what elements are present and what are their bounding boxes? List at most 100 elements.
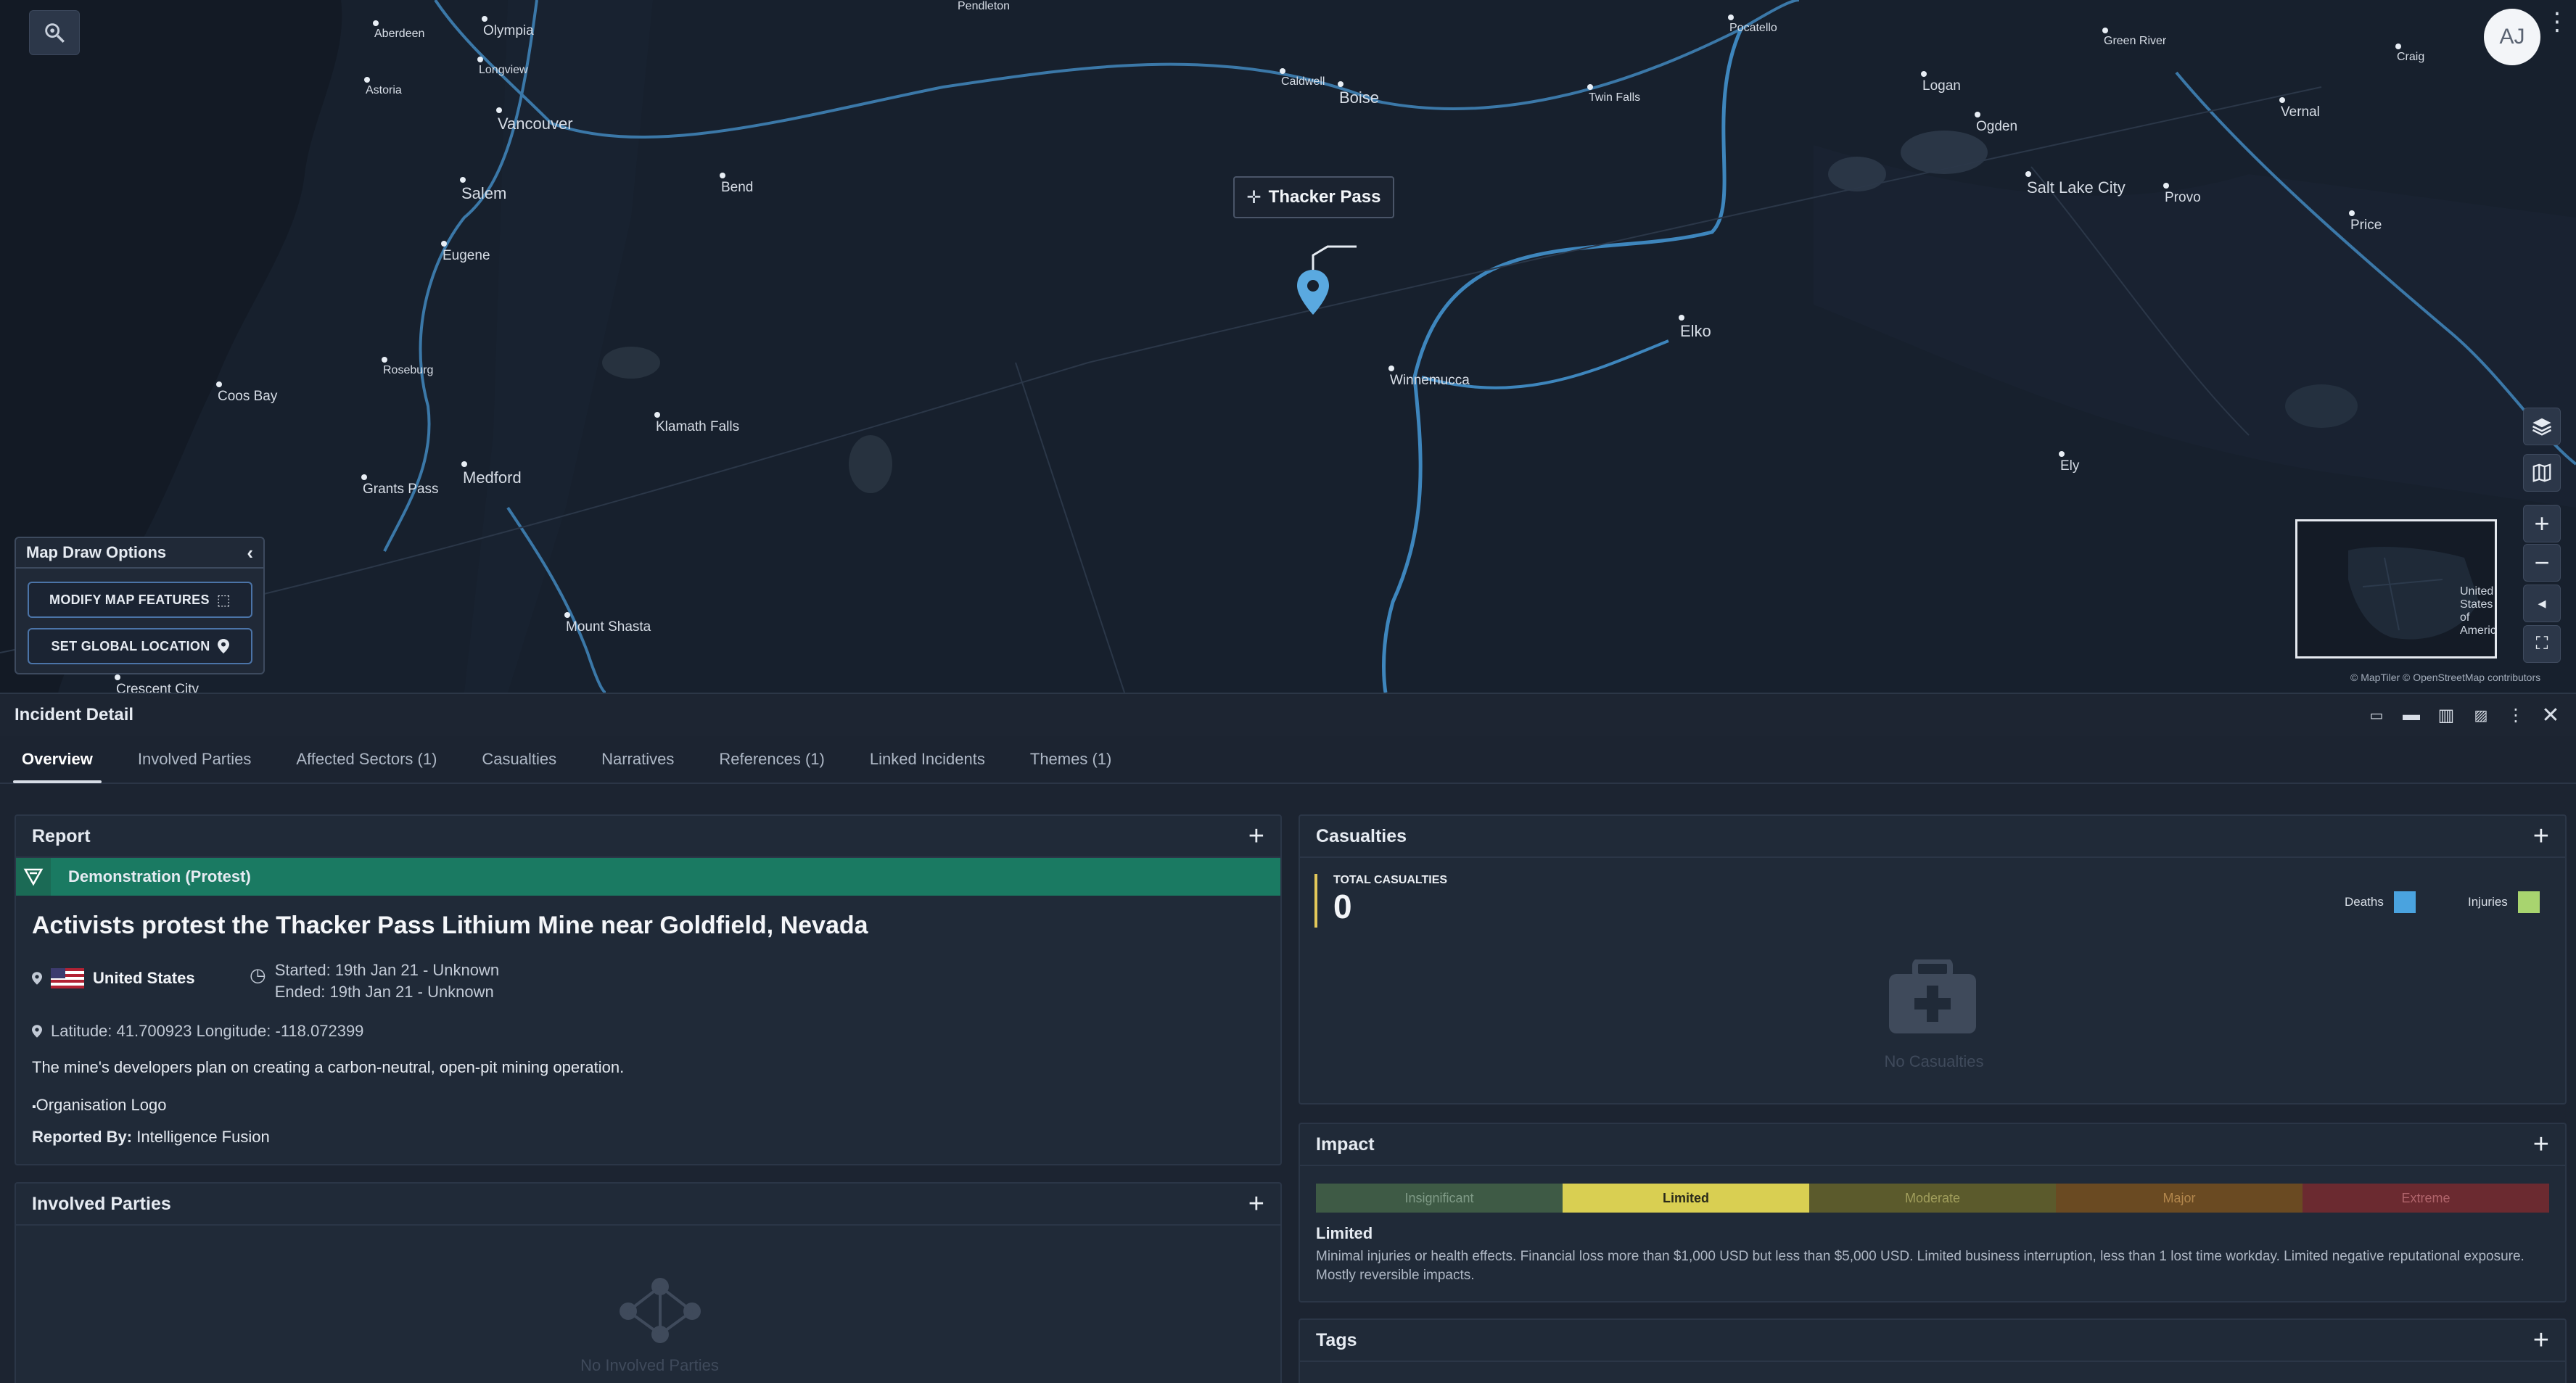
impact-level-moderate: Moderate — [1809, 1184, 2056, 1213]
report-header-title: Report — [32, 825, 91, 846]
city-label: Price — [2350, 218, 2382, 233]
overview-minimap[interactable]: United States of America — [2295, 519, 2497, 659]
edit-shape-icon: ⬚ — [216, 592, 231, 608]
city-dot — [2163, 183, 2169, 189]
map-marker-label[interactable]: ✛ Thacker Pass — [1233, 176, 1394, 218]
layout-columns-button[interactable]: ▥ — [2435, 706, 2457, 725]
chevron-left-icon[interactable]: ‹ — [247, 542, 253, 564]
minus-icon: − — [2534, 548, 2550, 577]
layout-bottom-icon: ▭ — [2369, 707, 2384, 724]
tab-involved-parties[interactable]: Involved Parties — [138, 735, 252, 783]
total-casualties: TOTAL CASUALTIES 0 — [1314, 874, 1447, 928]
tab-linked-incidents[interactable]: Linked Incidents — [870, 735, 985, 783]
reported-by-label: Reported By: — [32, 1128, 133, 1146]
image-icon: ▨ — [2474, 707, 2488, 724]
add-involved-party-button[interactable]: + — [1248, 1190, 1264, 1218]
city-dot — [216, 381, 222, 387]
date-range: ◷ Started: 19th Jan 21 - Unknown Ended: … — [250, 961, 499, 1002]
impact-card: Impact + Insignificant Limited Moderate … — [1299, 1123, 2567, 1303]
compass-button[interactable]: ◂ — [2523, 585, 2561, 622]
add-impact-button[interactable]: + — [2533, 1131, 2549, 1158]
reported-by: Reported By: Intelligence Fusion — [32, 1128, 270, 1147]
country-row: United States — [32, 968, 195, 988]
layout-full-button[interactable]: ▬ — [2400, 705, 2422, 724]
panel-toolbar: ▭ ▬ ▥ ▨ ⋮ ✕ — [2366, 703, 2561, 727]
city-dot — [1280, 68, 1285, 74]
tags-title: Tags — [1316, 1329, 1357, 1350]
panel-menu-button[interactable]: ⋮ — [2505, 706, 2527, 725]
city-label: Crescent City — [116, 682, 199, 693]
tab-overview[interactable]: Overview — [13, 735, 102, 783]
report-header: Report + — [16, 816, 1280, 858]
city-dot — [2059, 451, 2065, 457]
impact-header: Impact + — [1300, 1124, 2565, 1166]
map-attribution[interactable]: © MapTiler © OpenStreetMap contributors — [2350, 672, 2540, 683]
city-label: Medford — [463, 468, 522, 487]
panel-title: Incident Detail — [15, 705, 134, 724]
layout-full-icon: ▬ — [2403, 705, 2420, 724]
city-label: Pocatello — [1729, 22, 1777, 34]
layout-image-button[interactable]: ▨ — [2470, 706, 2492, 724]
event-type-bar: Demonstration (Protest) — [16, 858, 1280, 896]
modify-map-features-button[interactable]: MODIFY MAP FEATURES ⬚ — [28, 582, 252, 618]
city-dot — [382, 357, 387, 363]
no-involved-parties-text: No Involved Parties — [580, 1356, 719, 1374]
map-search-button[interactable] — [29, 10, 80, 55]
location-pin-icon — [217, 639, 229, 653]
set-global-location-label: SET GLOBAL LOCATION — [51, 638, 210, 653]
fullscreen-button[interactable]: ⛶ — [2523, 625, 2561, 663]
city-label: Pendleton — [958, 0, 1011, 12]
zoom-search-icon — [45, 23, 65, 43]
city-dot — [1679, 315, 1684, 321]
add-casualty-button[interactable]: + — [2533, 822, 2549, 850]
map-layers-button[interactable] — [2523, 408, 2561, 445]
kebab-menu-icon[interactable]: ⋮ — [2545, 9, 2569, 59]
reported-by-value: Intelligence Fusion — [136, 1128, 270, 1146]
draw-options-title: Map Draw Options — [26, 543, 167, 561]
total-casualties-label: TOTAL CASUALTIES — [1333, 874, 1448, 886]
casualties-header: Casualties + — [1300, 816, 2565, 858]
tab-narratives[interactable]: Narratives — [601, 735, 674, 783]
tab-references[interactable]: References (1) — [719, 735, 825, 783]
add-report-button[interactable]: + — [1248, 822, 1264, 850]
draw-options-header[interactable]: Map Draw Options ‹ — [16, 538, 263, 569]
minimap-country-label: United States of America — [2460, 585, 2496, 637]
layers-icon — [2532, 418, 2552, 436]
city-dot — [1728, 15, 1734, 20]
tab-casualties[interactable]: Casualties — [482, 735, 556, 783]
ended-date: Ended: 19th Jan 21 - Unknown — [274, 983, 494, 1001]
app-root: Pendleton Aberdeen Olympia Longview Astoria V… — [0, 0, 2576, 1383]
city-label: Boise — [1339, 88, 1380, 107]
city-dot — [2102, 28, 2108, 33]
city-dot — [460, 177, 466, 183]
close-panel-button[interactable]: ✕ — [2540, 703, 2561, 727]
city-label: Eugene — [443, 248, 490, 263]
map-style-button[interactable] — [2523, 454, 2561, 492]
report-title: Activists protest the Thacker Pass Lithi… — [32, 912, 868, 939]
map-view[interactable]: Pendleton Aberdeen Olympia Longview Astoria V… — [0, 0, 2576, 693]
report-card: Report + Demonstration (Protest) Activis… — [15, 814, 1282, 1165]
tab-themes[interactable]: Themes (1) — [1030, 735, 1111, 783]
city-dot — [361, 474, 367, 480]
modify-map-features-label: MODIFY MAP FEATURES — [49, 592, 210, 607]
impact-level-limited: Limited — [1563, 1184, 1809, 1213]
zoom-out-button[interactable]: − — [2523, 544, 2561, 582]
add-tag-button[interactable]: + — [2533, 1326, 2549, 1354]
network-icon — [620, 1278, 701, 1343]
organisation-logo: ▪Organisation Logo — [32, 1096, 166, 1115]
city-label: Coos Bay — [218, 389, 278, 404]
panel-title-bar: Incident Detail ▭ ▬ ▥ ▨ ⋮ ✕ — [0, 693, 2576, 736]
set-global-location-button[interactable]: SET GLOBAL LOCATION — [28, 628, 252, 664]
zoom-in-button[interactable]: + — [2523, 505, 2561, 542]
marker-label-text: Thacker Pass — [1268, 187, 1381, 207]
map-draw-options-panel: Map Draw Options ‹ MODIFY MAP FEATURES ⬚… — [15, 537, 265, 674]
tab-affected-sectors[interactable]: Affected Sectors (1) — [296, 735, 437, 783]
user-avatar[interactable]: AJ — [2484, 9, 2540, 65]
layout-split-bottom-button[interactable]: ▭ — [2366, 706, 2387, 724]
city-dot — [720, 173, 725, 178]
first-aid-kit-icon — [1889, 959, 1976, 1033]
city-dot — [482, 16, 487, 22]
impact-level-insignificant: Insignificant — [1316, 1184, 1563, 1213]
city-dot — [2349, 210, 2355, 216]
city-label: Elko — [1680, 322, 1711, 340]
